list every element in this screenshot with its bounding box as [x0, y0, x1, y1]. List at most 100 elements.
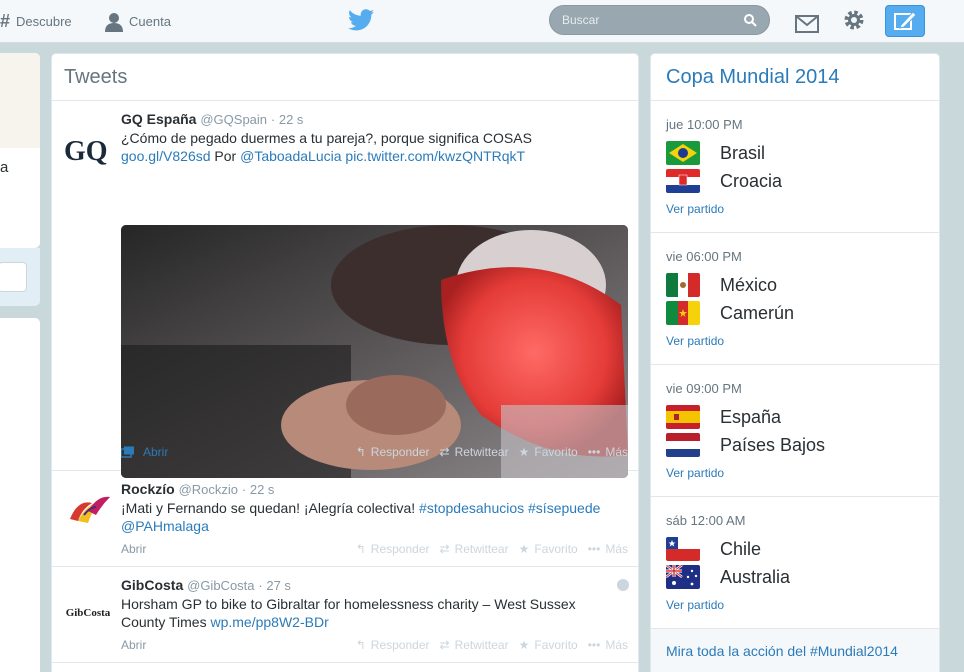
compose-tweet-button[interactable] [885, 5, 925, 37]
flag-spain-icon [666, 405, 700, 429]
open-tweet-link[interactable]: Abrir [121, 445, 168, 459]
match-time: jue 10:00 PM [666, 117, 743, 132]
flag-croatia-icon [666, 169, 700, 193]
media-photo [121, 225, 628, 478]
team-name: Australia [720, 566, 791, 587]
tweet-link[interactable]: wp.me/pp8W2-BDr [210, 614, 328, 630]
team-home: Brasil [666, 141, 765, 165]
tweet-author-handle[interactable]: @GQSpain [200, 112, 267, 127]
tweet-time[interactable]: · 22 s [271, 112, 304, 127]
team-name: Países Bajos [720, 434, 826, 455]
reply-button[interactable]: ↰ Responder [356, 542, 430, 556]
more-icon: ••• [587, 638, 601, 652]
tweet-item[interactable]: GibCosta GibCosta @GibCosta · 27 s Horsh… [52, 567, 638, 663]
tweet-text: ¡Mati y Fernando se quedan! ¡Alegría col… [121, 499, 626, 535]
tweet-footer: Abrir ↰ Responder ⇄ Retwittear ★ Favorito •… [121, 443, 628, 461]
favorite-button[interactable]: ★ Favorito [519, 445, 578, 459]
match-card[interactable]: vie 09:00 PM España Países Bajos Ver par… [651, 365, 939, 497]
star-icon: ★ [518, 542, 530, 556]
tweet-author-name[interactable]: GibCosta [121, 577, 183, 593]
match-card[interactable]: sáb 12:00 AM Chile Australia Ver partido [651, 497, 939, 629]
rockzio-avatar[interactable] [64, 481, 112, 529]
more-icon: ••• [587, 445, 601, 459]
team-name: Brasil [720, 142, 766, 163]
view-match-link[interactable]: Ver partido [666, 202, 724, 216]
tweet-author-handle[interactable]: @GibCosta [187, 578, 254, 593]
world-cup-footer-link[interactable]: Mira toda la acción del #Mundial2014 [651, 628, 939, 672]
more-label: Más [605, 445, 628, 459]
retweet-button[interactable]: ⇄ Retwittear [440, 542, 509, 556]
more-button[interactable]: ••• Más [588, 638, 628, 652]
open-tweet-link[interactable]: Abrir [121, 542, 146, 556]
flag-australia-icon [666, 565, 700, 589]
reply-label: Responder [370, 445, 430, 459]
tweet-author-name[interactable]: GQ España [121, 111, 196, 127]
tweet-time[interactable]: · 22 s [242, 482, 275, 497]
tweet-mention[interactable]: @PAHmalaga [121, 518, 209, 534]
open-label: Abrir [143, 445, 169, 459]
more-button[interactable]: ••• Más [588, 542, 628, 556]
view-match-link[interactable]: Ver partido [666, 466, 724, 480]
tweet-compose-input[interactable] [0, 262, 27, 292]
nav-discover[interactable]: # Descubre [0, 0, 72, 43]
tweet-item[interactable]: GQ GQ España @GQSpain · 22 s ¿Cómo de pe… [52, 101, 638, 478]
retweet-button[interactable]: ⇄ Retwittear [440, 445, 509, 459]
profile-banner [0, 53, 40, 148]
reply-icon: ↰ [355, 445, 366, 459]
gq-avatar[interactable]: GQ [64, 125, 112, 173]
twitter-bird-icon[interactable] [348, 8, 374, 32]
tweet-author-handle[interactable]: @Rockzio [179, 482, 238, 497]
reply-button[interactable]: ↰ Responder [356, 445, 430, 459]
tweet-link[interactable]: goo.gl/V826sd [121, 148, 211, 164]
search-icon[interactable] [743, 13, 757, 27]
geo-icon[interactable] [617, 579, 629, 591]
tweet-pic-link[interactable]: pic.twitter.com/kwzQNTRqkT [345, 148, 525, 164]
team-away: Países Bajos [666, 433, 825, 457]
match-time: sáb 12:00 AM [666, 513, 746, 528]
more-label: Más [605, 542, 628, 556]
hashtag-icon: # [0, 11, 11, 31]
retweet-label: Retwittear [454, 445, 509, 459]
messages-icon[interactable] [795, 11, 819, 35]
tweet-text: ¿Cómo de pegado duermes a tu pareja?, po… [121, 129, 626, 165]
search-box[interactable] [549, 5, 770, 35]
flag-netherlands-icon [666, 433, 700, 457]
profile-name-fragment: a [0, 159, 9, 176]
view-match-link[interactable]: Ver partido [666, 334, 724, 348]
tweet-header: GQ España @GQSpain · 22 s [121, 111, 303, 127]
retweet-button[interactable]: ⇄ Retwittear [440, 638, 509, 652]
match-time: vie 06:00 PM [666, 249, 742, 264]
flag-mexico-icon [666, 273, 700, 297]
tweet-item[interactable]: Rockzío @Rockzio · 22 s ¡Mati y Fernando… [52, 471, 638, 567]
media-card-icon [121, 446, 134, 458]
match-card[interactable]: vie 06:00 PM México Camerún Ver partido [651, 233, 939, 365]
team-name: Camerún [720, 302, 795, 323]
more-button[interactable]: ••• Más [588, 445, 628, 459]
reply-label: Responder [370, 542, 430, 556]
tweet-author-name[interactable]: Rockzío [121, 481, 175, 497]
tweet-time[interactable]: · 27 s [258, 578, 291, 593]
tweet-media-image[interactable] [121, 225, 628, 478]
reply-icon: ↰ [355, 638, 366, 652]
reply-button[interactable]: ↰ Responder [356, 638, 430, 652]
gear-icon[interactable] [842, 8, 866, 32]
more-label: Más [605, 638, 628, 652]
search-input[interactable] [562, 13, 743, 27]
view-match-link[interactable]: Ver partido [666, 598, 724, 612]
compose-icon [894, 11, 917, 30]
team-home: Chile [666, 537, 761, 561]
tweet-hashtag[interactable]: #sísepuede [528, 500, 600, 516]
favorite-button[interactable]: ★ Favorito [519, 638, 578, 652]
gibcosta-avatar[interactable]: GibCosta [64, 589, 112, 637]
nav-account[interactable]: Cuenta [104, 0, 171, 43]
open-tweet-link[interactable]: Abrir [121, 638, 146, 652]
tweet-text-fragment: Por [210, 148, 241, 164]
tweet-mention[interactable]: @TaboadaLucia [240, 148, 341, 164]
tweet-hashtag[interactable]: #stopdesahucios [419, 500, 524, 516]
flag-cameroon-icon [666, 301, 700, 325]
favorite-button[interactable]: ★ Favorito [519, 542, 578, 556]
tweet-actions: ↰ Responder ⇄ Retwittear ★ Favorito ••• Más [356, 542, 628, 556]
world-cup-title[interactable]: Copa Mundial 2014 [651, 54, 939, 101]
reply-label: Responder [370, 638, 430, 652]
match-card[interactable]: jue 10:00 PM Brasil Croacia Ver partido [651, 101, 939, 233]
